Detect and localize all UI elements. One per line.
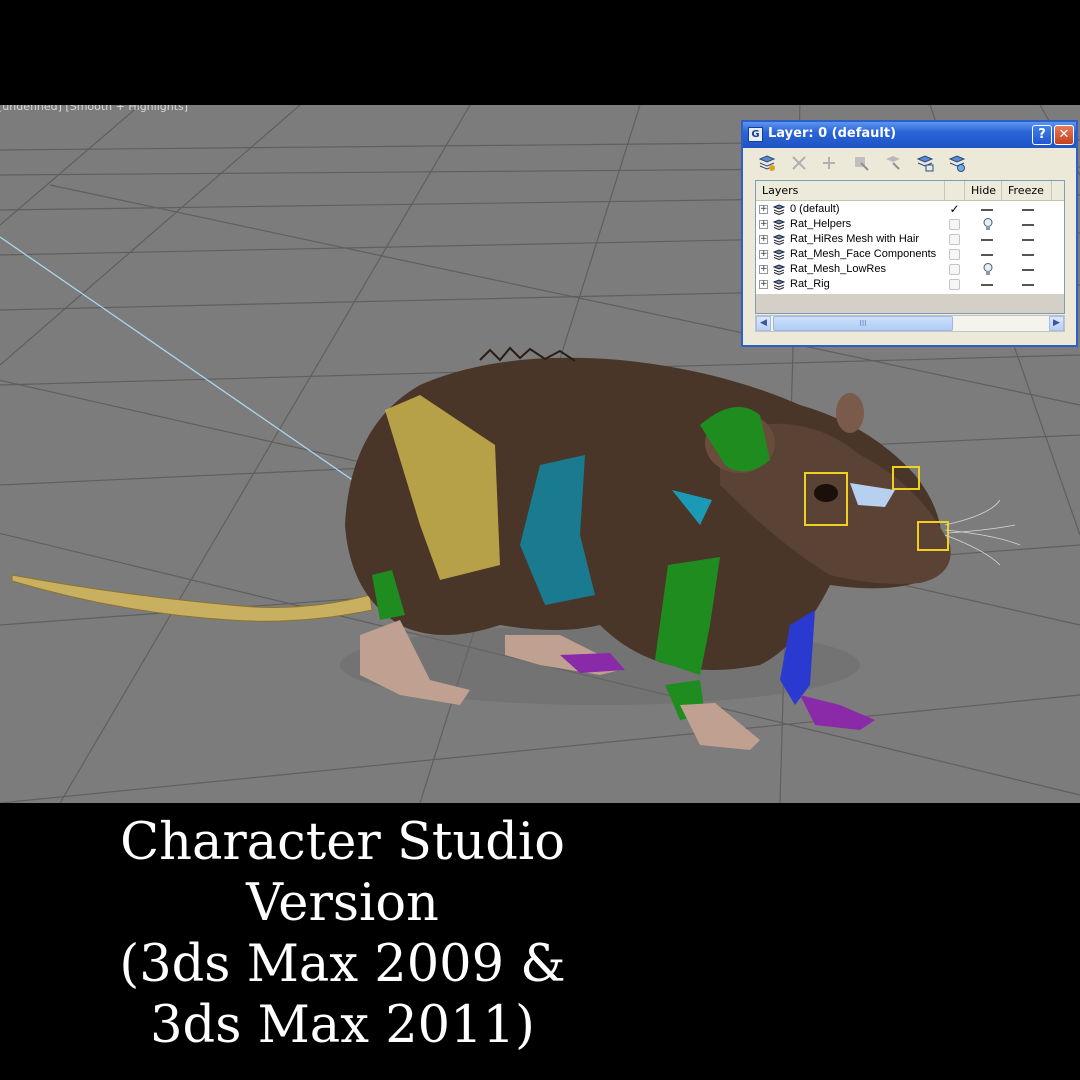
set-active-checkbox[interactable] [949,234,960,245]
highlight-layer-icon[interactable] [884,154,902,172]
camera-target-line [0,236,397,511]
visible-dash-icon[interactable] [981,232,995,247]
rat-tail [11,574,373,622]
layer-stack-icon [773,219,785,230]
expand-icon[interactable]: + [759,220,768,229]
delete-layer-icon[interactable] [790,154,808,172]
expand-icon[interactable]: + [759,205,768,214]
freeze-dash-icon[interactable] [1022,217,1036,232]
freeze-dash-icon[interactable] [1022,262,1036,277]
set-active-checkbox[interactable] [949,219,960,230]
top-letterbox [0,0,1080,105]
rat-eye [814,484,838,502]
layer-row[interactable]: + Rat_Mesh_Face Components [756,247,1064,262]
freeze-all-icon[interactable] [948,154,966,172]
hidden-lightbulb-icon[interactable] [981,262,995,277]
layer-name[interactable]: Rat_Mesh_LowRes [790,262,886,277]
layer-name[interactable]: Rat_HiRes Mesh with Hair [790,232,919,247]
layer-name[interactable]: Rat_Mesh_Face Components [790,247,936,262]
hidden-lightbulb-icon[interactable] [981,217,995,232]
visible-dash-icon[interactable] [981,277,995,292]
freeze-dash-icon[interactable] [1022,277,1036,292]
layer-stack-icon [773,279,785,290]
add-to-layer-icon[interactable] [820,154,838,172]
expand-icon[interactable]: + [759,265,768,274]
rat-right-paw [800,695,875,730]
dialog-titlebar[interactable]: G Layer: 0 (default) ? ✕ [743,122,1076,148]
layer-row[interactable]: + Rat_Rig [756,277,1064,292]
layer-rows: +0 (default) ✓ + Rat_Helpers + Rat_HiRes Mesh… [756,202,1064,292]
layer-name[interactable]: Rat_Rig [790,277,830,292]
caption: Character Studio Version (3ds Max 2009 &… [90,812,595,1056]
layer-list[interactable]: Layers Hide Freeze +0 (default) ✓ + Rat_Hel… [755,180,1065,314]
scroll-thumb[interactable]: III [773,316,953,331]
set-active-checkbox[interactable] [949,279,960,290]
rat-ear-right [836,393,864,433]
scroll-left-arrow[interactable]: ◀ [756,316,771,331]
visible-dash-icon[interactable] [981,202,995,217]
expand-icon[interactable]: + [759,235,768,244]
layer-name[interactable]: Rat_Helpers [790,217,851,232]
column-layers[interactable]: Layers [756,181,945,200]
set-active-checkbox[interactable] [949,249,960,260]
viewport-label[interactable]: [undefined] [Smooth + Highlights] [0,105,188,113]
layer-list-empty-area [756,294,1064,313]
column-hide[interactable]: Hide [965,181,1002,200]
layer-row[interactable]: + Rat_Mesh_LowRes [756,262,1064,277]
close-button[interactable]: ✕ [1054,125,1074,145]
3ds-max-icon: G [748,127,763,142]
caption-line-1: Character Studio [120,813,565,872]
layer-stack-icon [773,249,785,260]
rat-model [11,346,1021,750]
rat-whiskers [944,499,1021,566]
new-layer-icon[interactable] [758,154,776,172]
freeze-dash-icon[interactable] [1022,202,1036,217]
layer-name[interactable]: 0 (default) [790,202,840,217]
layer-stack-icon [773,204,785,215]
expand-icon[interactable]: + [759,250,768,259]
visible-dash-icon[interactable] [981,247,995,262]
layer-row[interactable]: +0 (default) ✓ [756,202,1064,217]
caption-line-4: 3ds Max 2011) [150,996,535,1055]
freeze-dash-icon[interactable] [1022,247,1036,262]
layer-list-header: Layers Hide Freeze [756,181,1064,201]
select-objects-icon[interactable] [852,154,870,172]
set-active-checkbox[interactable] [949,264,960,275]
caption-line-3: (3ds Max 2009 & [119,935,566,994]
column-active[interactable] [945,181,965,200]
layer-row[interactable]: + Rat_Helpers [756,217,1064,232]
caption-line-2: Version [246,874,439,933]
horizontal-scrollbar[interactable]: ◀ III ▶ [755,315,1065,332]
scroll-right-arrow[interactable]: ▶ [1049,316,1064,331]
active-checkmark-icon[interactable]: ✓ [949,203,960,215]
freeze-dash-icon[interactable] [1022,232,1036,247]
hide-all-icon[interactable] [916,154,934,172]
layer-row[interactable]: + Rat_HiRes Mesh with Hair [756,232,1064,247]
column-freeze[interactable]: Freeze [1002,181,1052,200]
layer-stack-icon [773,234,785,245]
dialog-title: Layer: 0 (default) [768,126,897,141]
layer-stack-icon [773,264,785,275]
expand-icon[interactable]: + [759,280,768,289]
layer-dialog: G Layer: 0 (default) ? ✕ Layers Hide Fre… [741,120,1078,347]
rat-fore-leg [680,703,760,750]
help-button[interactable]: ? [1032,125,1052,145]
